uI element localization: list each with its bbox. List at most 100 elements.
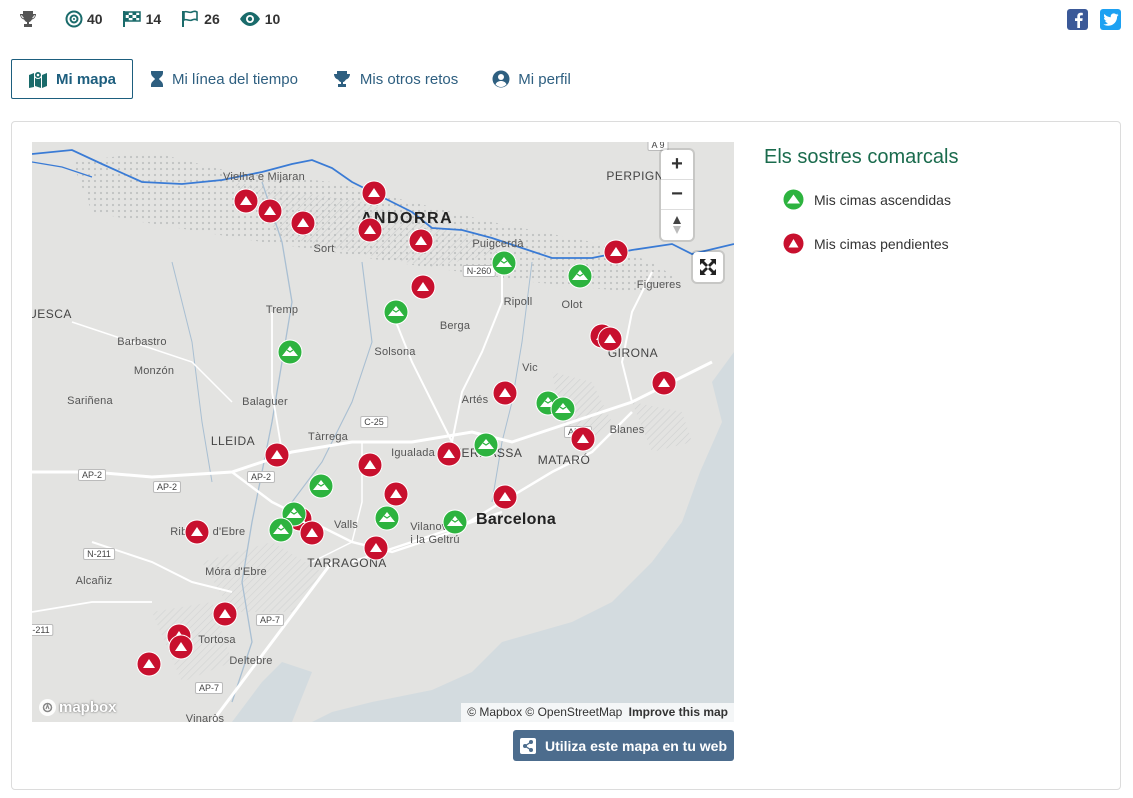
- city-olot: Olot: [561, 299, 583, 311]
- city-puigcerda: Puigcerdà: [472, 238, 524, 250]
- tab-label: Mis otros retos: [359, 70, 459, 88]
- city-sort: Sort: [313, 243, 335, 255]
- summit-marker-pending[interactable]: [492, 380, 518, 406]
- zoom-in-button[interactable]: +: [661, 150, 693, 180]
- mountain-red-icon: [363, 535, 389, 561]
- road-sign: AP-2: [77, 469, 107, 481]
- summit-marker-pending[interactable]: [257, 198, 283, 224]
- mountain-green-icon: [473, 432, 499, 458]
- compass-icon: [673, 216, 681, 234]
- city-sarinena: Sariñena: [67, 395, 113, 407]
- map-icon: [29, 71, 47, 88]
- city-mataro: MATARÓ: [537, 453, 591, 467]
- tab-mi-mapa[interactable]: Mi mapa: [11, 59, 134, 99]
- city-monzon: Monzón: [133, 365, 175, 377]
- city-debre: d'Ebre: [212, 526, 246, 538]
- map-canvas[interactable]: ANDORRA Barcelona PERPIGNAN GIRONA LLEID…: [32, 142, 734, 722]
- mapbox-logo[interactable]: mapbox: [39, 699, 117, 716]
- fullscreen-button[interactable]: [693, 252, 723, 282]
- city-vic: Vic: [522, 362, 538, 374]
- summit-marker-pending[interactable]: [361, 180, 387, 206]
- city-vinaros: Vinaròs: [185, 713, 225, 722]
- mountain-green-icon: [268, 517, 294, 543]
- city-alcaniz: Alcañiz: [75, 575, 113, 587]
- summit-marker-pending[interactable]: [357, 452, 383, 478]
- road-sign: AP-2: [152, 481, 182, 493]
- summit-marker-pending[interactable]: [410, 274, 436, 300]
- embed-button-label: Utiliza este mapa en tu web: [544, 737, 728, 754]
- summit-marker-pending[interactable]: [492, 484, 518, 510]
- summit-marker-ascended[interactable]: [308, 473, 334, 499]
- summit-marker-pending[interactable]: [383, 481, 409, 507]
- summit-marker-pending[interactable]: [233, 188, 259, 214]
- summit-marker-pending[interactable]: [212, 601, 238, 627]
- tab-mi-linea-del-tiempo[interactable]: Mi línea del tiempo: [133, 59, 315, 99]
- twitter-icon: [1102, 12, 1118, 26]
- summit-marker-pending[interactable]: [184, 519, 210, 545]
- attribution-text[interactable]: © Mapbox © OpenStreetMap: [467, 705, 622, 719]
- tab-label: Mi perfil: [518, 70, 571, 88]
- summit-ascended-icon: [783, 189, 804, 210]
- summit-marker-ascended[interactable]: [374, 505, 400, 531]
- checkered-flag-icon: [122, 11, 141, 27]
- summit-marker-ascended[interactable]: [550, 396, 576, 422]
- tab-mi-perfil[interactable]: Mi perfil: [475, 59, 588, 99]
- mountain-red-icon: [361, 180, 387, 206]
- summit-marker-pending[interactable]: [603, 239, 629, 265]
- summit-marker-pending[interactable]: [597, 326, 623, 352]
- summit-marker-ascended[interactable]: [473, 432, 499, 458]
- mountain-red-icon: [257, 198, 283, 224]
- facebook-icon: [1074, 12, 1083, 28]
- profile-tabs: Mi mapa Mi línea del tiempo Mis otros re…: [11, 59, 588, 99]
- summit-pending-icon: [783, 233, 804, 254]
- stat-target: 40: [65, 10, 103, 28]
- road-sign: N-211: [83, 548, 115, 560]
- summit-marker-pending[interactable]: [168, 634, 194, 660]
- summit-marker-pending[interactable]: [363, 535, 389, 561]
- summit-marker-pending[interactable]: [264, 442, 290, 468]
- city-figueres: Figueres: [636, 279, 682, 291]
- twitter-button[interactable]: [1100, 9, 1121, 30]
- embed-map-button[interactable]: Utiliza este mapa en tu web: [513, 730, 734, 761]
- tab-mis-otros-retos[interactable]: Mis otros retos: [315, 59, 475, 99]
- facebook-button[interactable]: [1067, 9, 1088, 30]
- summit-marker-ascended[interactable]: [442, 509, 468, 535]
- mountain-red-icon: [651, 370, 677, 396]
- legend-ascended: Mis cimas ascendidas: [783, 189, 951, 210]
- summit-marker-pending[interactable]: [290, 210, 316, 236]
- summit-marker-ascended[interactable]: [383, 299, 409, 325]
- legend-title: Els sostres comarcals: [764, 146, 959, 168]
- summit-marker-pending[interactable]: [651, 370, 677, 396]
- city-barcelona: Barcelona: [475, 511, 557, 528]
- stat-checkered: 14: [122, 10, 161, 28]
- summit-marker-ascended[interactable]: [277, 339, 303, 365]
- mountain-green-icon: [374, 505, 400, 531]
- summit-marker-pending[interactable]: [408, 228, 434, 254]
- mountain-red-icon: [383, 481, 409, 507]
- road-sign: AP-7: [194, 682, 224, 694]
- share-icon: [519, 737, 536, 754]
- mountain-red-icon: [233, 188, 259, 214]
- city-balaguer: Balaguer: [242, 396, 288, 408]
- city-deltebre: Deltebre: [229, 655, 273, 667]
- compass-button[interactable]: [661, 210, 693, 240]
- road-sign: -211: [32, 624, 54, 636]
- mountain-red-icon: [136, 651, 162, 677]
- city-berga: Berga: [439, 320, 471, 332]
- city-blanes: Blanes: [609, 424, 645, 436]
- legend-ascended-label: Mis cimas ascendidas: [814, 191, 951, 208]
- summit-marker-pending[interactable]: [136, 651, 162, 677]
- summit-marker-pending[interactable]: [570, 426, 596, 452]
- zoom-out-button[interactable]: −: [661, 180, 693, 210]
- summit-marker-ascended[interactable]: [567, 263, 593, 289]
- improve-map-link[interactable]: Improve this map: [629, 705, 728, 719]
- legend-pending-label: Mis cimas pendientes: [814, 235, 949, 252]
- summit-marker-ascended[interactable]: [268, 517, 294, 543]
- mountain-red-icon: [570, 426, 596, 452]
- summit-marker-pending[interactable]: [357, 217, 383, 243]
- summit-marker-pending[interactable]: [436, 441, 462, 467]
- user-icon: [492, 70, 510, 88]
- summit-marker-ascended[interactable]: [491, 250, 517, 276]
- hourglass-icon: [151, 71, 164, 87]
- mountain-red-icon: [492, 380, 518, 406]
